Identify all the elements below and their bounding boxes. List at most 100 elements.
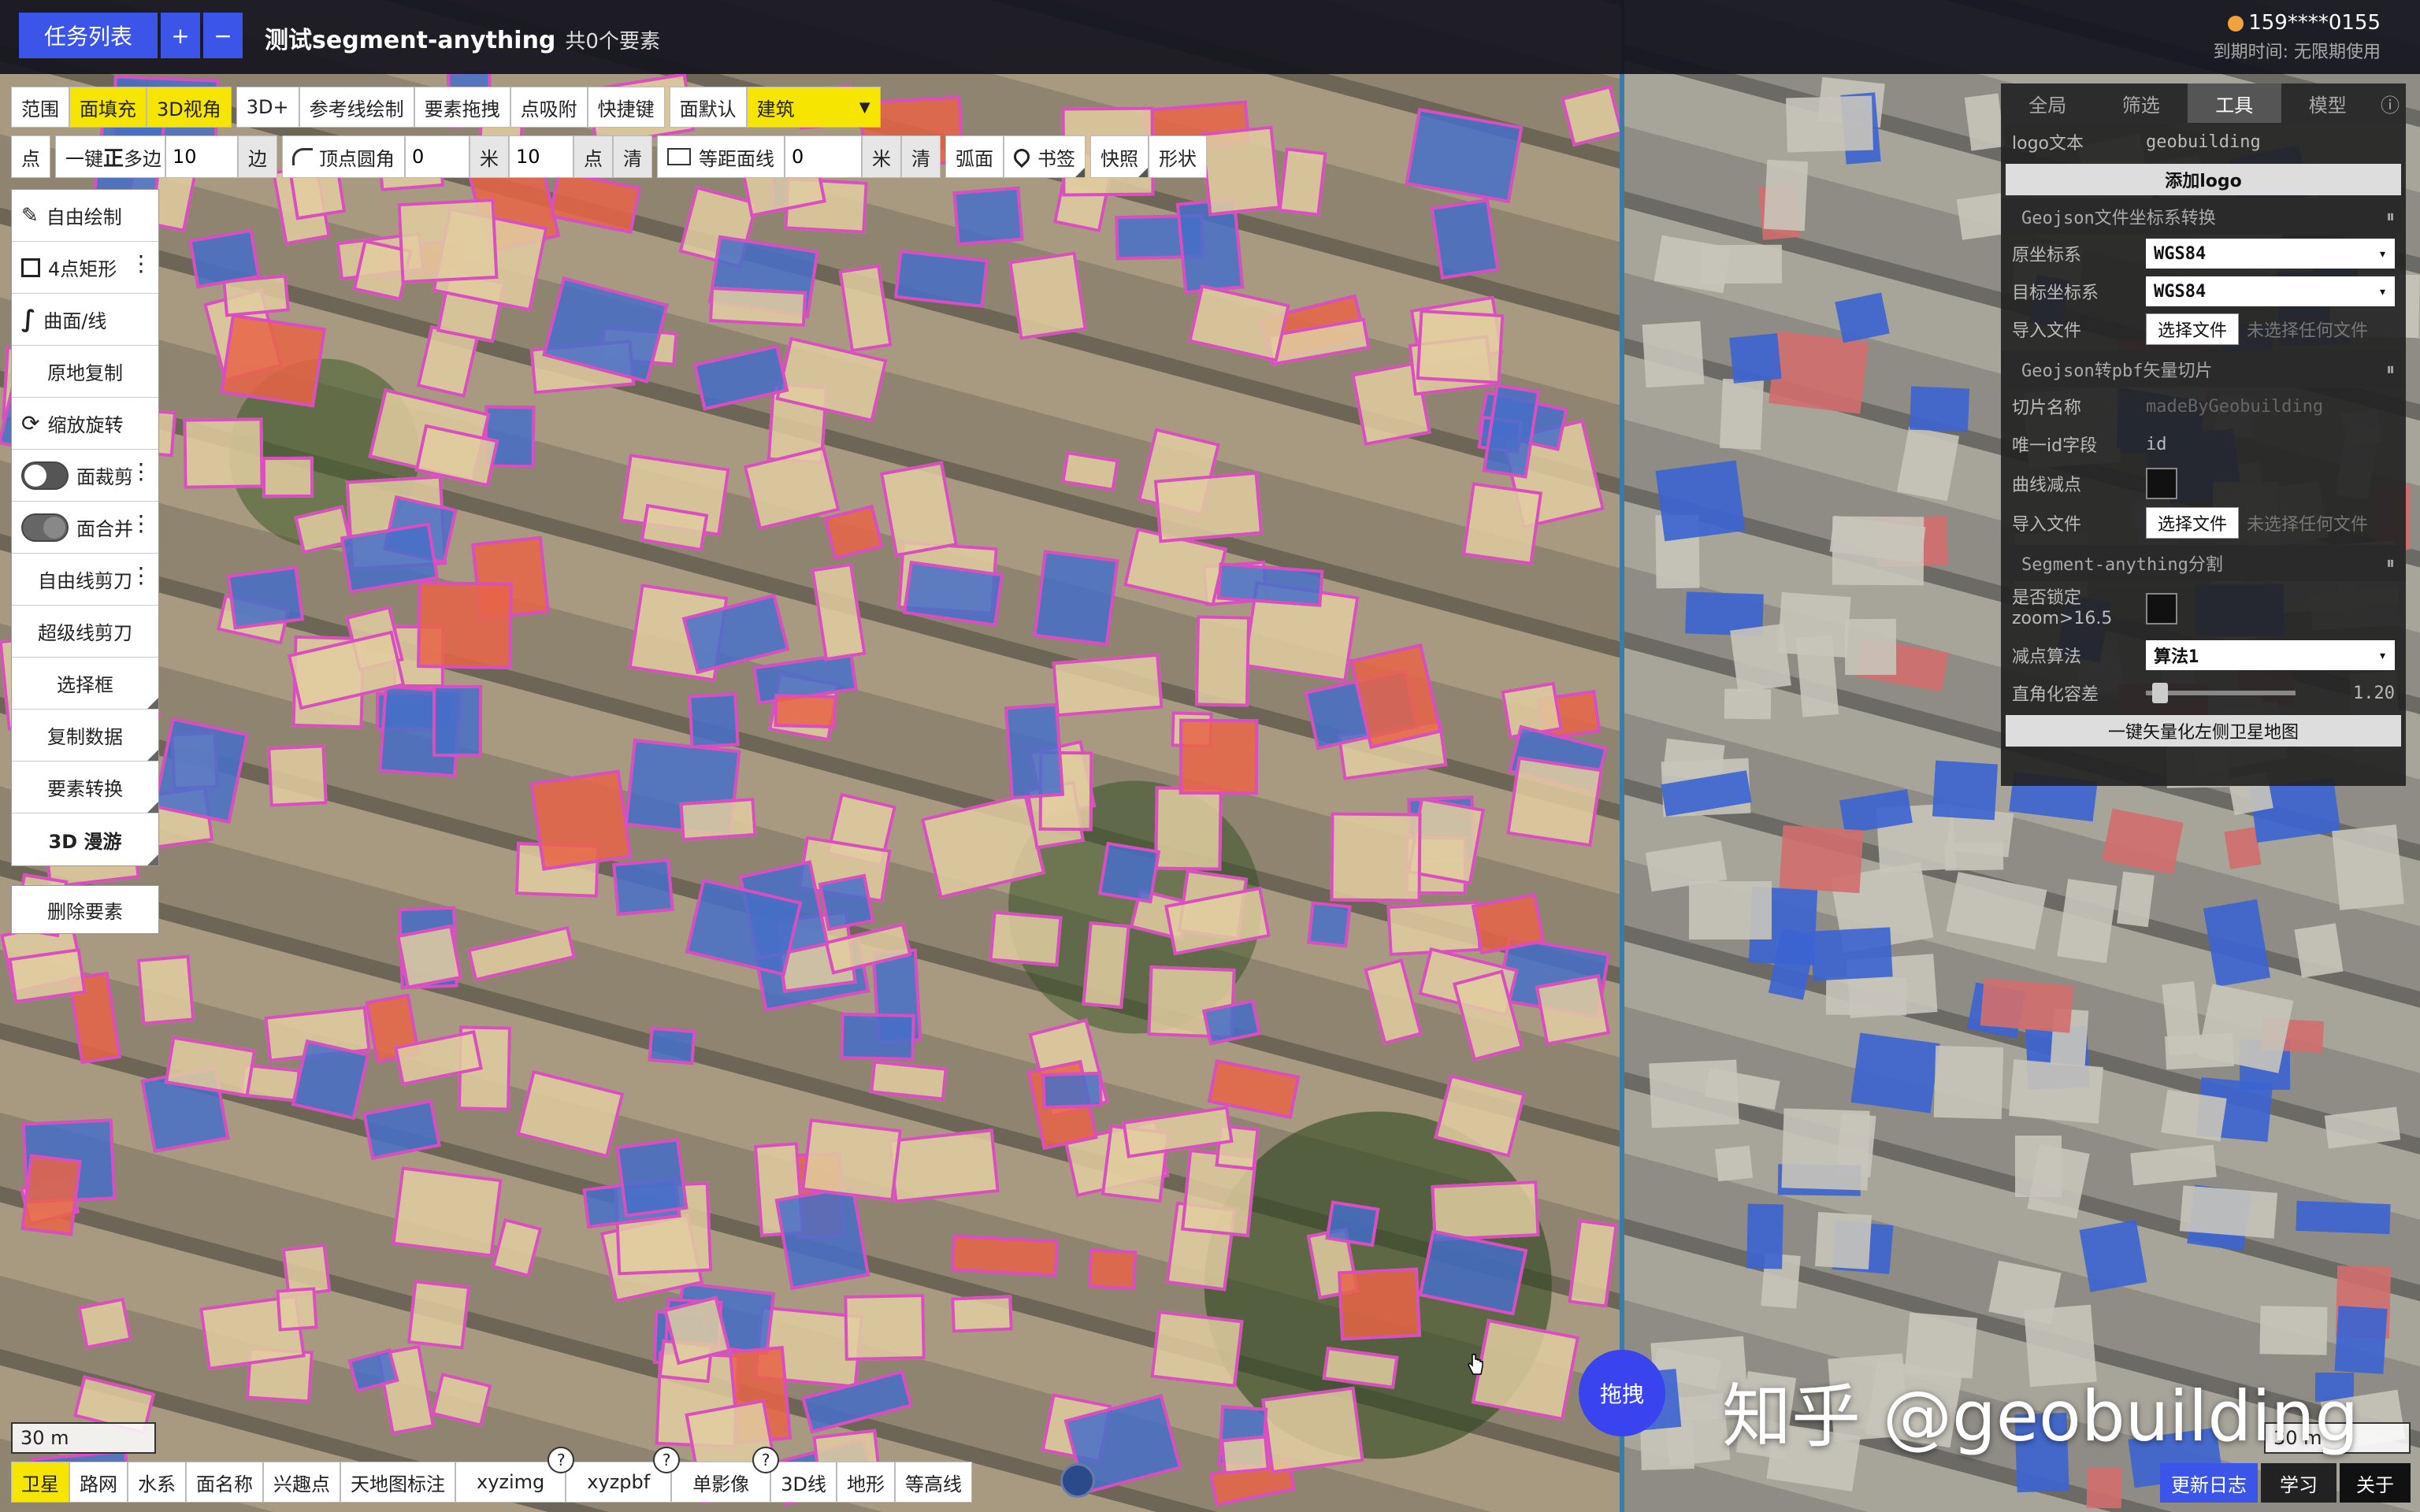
plus-3d-button[interactable]: 3D+ [236,87,299,128]
layer-tianditu[interactable]: 天地图标注 [340,1462,455,1503]
layer-satellite[interactable]: 卫星 [11,1462,69,1503]
building-outline[interactable] [1330,812,1422,902]
building-outline[interactable] [612,858,674,917]
logo-text-input[interactable]: geobuilding [2146,132,2261,152]
layer-water[interactable]: 水系 [128,1462,186,1503]
building-outline[interactable] [491,1217,543,1278]
map-split-divider[interactable] [1620,71,1624,1512]
building-outline[interactable] [1178,718,1259,795]
layer-terrain[interactable]: 地形 [836,1462,895,1503]
building-outline[interactable] [262,456,314,498]
building-outline[interactable] [1194,615,1250,707]
building-outline[interactable] [516,1069,625,1158]
choose-file-button[interactable]: 选择文件 [2146,313,2240,345]
ref-line-button[interactable]: 参考线绘制 [299,87,414,128]
curve-reduce-checkbox[interactable] [2146,468,2177,499]
building-outline[interactable] [406,1280,471,1350]
building-outline[interactable] [818,873,875,932]
drag-feature-button[interactable]: 要素拖拽 [414,87,510,128]
free-cut-button[interactable]: 自由线剪刀 ⋮ [12,554,158,606]
building-outline[interactable] [1416,309,1505,384]
scale-rotate-button[interactable]: ⟳ 缩放旋转 [12,398,158,450]
building-outline[interactable] [1061,450,1120,491]
copy-data-button[interactable]: 复制数据 [12,710,158,762]
tab-tools[interactable]: 工具 [2188,83,2281,123]
shortcut-button[interactable]: 快捷键 [587,87,665,128]
building-outline[interactable] [1041,1071,1104,1110]
free-draw-button[interactable]: ✎ 自由绘制 [12,190,158,242]
building-outline[interactable] [688,692,740,749]
building-outline[interactable] [1278,147,1327,217]
building-outline[interactable] [20,1154,82,1236]
copy-in-place-button[interactable]: 原地复制 [12,346,158,398]
building-outline[interactable] [1364,958,1423,1045]
layer-roads[interactable]: 路网 [69,1462,128,1503]
round-meter-input[interactable] [406,136,470,177]
building-outline[interactable] [823,504,885,561]
view-3d-button[interactable]: 3D视角 [147,87,232,128]
building-outline[interactable] [1261,1386,1364,1474]
building-outline[interactable] [432,684,483,757]
building-outline[interactable] [547,169,641,235]
building-outline[interactable] [1461,482,1543,566]
src-crs-select[interactable]: WGS84 ▾ [2146,239,2395,269]
building-outline[interactable] [1405,108,1524,203]
task-list-button[interactable]: 任务列表 [19,13,158,58]
point-button[interactable]: 点 [11,135,50,178]
building-outline[interactable] [920,793,1046,899]
building-outline[interactable] [226,565,304,630]
about-button[interactable]: 关于 [2340,1463,2411,1503]
building-outline[interactable] [893,249,989,309]
building-outline[interactable] [467,925,577,981]
building-outline[interactable] [774,693,837,729]
face-clip-toggle[interactable] [21,461,69,490]
tab-model[interactable]: 模型 [2281,83,2374,123]
building-outline[interactable] [1561,84,1621,146]
building-outline[interactable] [952,186,1024,246]
building-outline[interactable] [888,1128,1000,1203]
polygon-sides-input[interactable] [166,136,238,177]
uid-input[interactable]: id [2146,435,2167,454]
equidistant-button[interactable]: 等距面线 [657,135,785,178]
learn-button[interactable]: 学习 [2261,1463,2336,1503]
snapshot-button[interactable]: 快照 [1090,135,1149,178]
regular-polygon-button[interactable]: 一键正多边 [55,135,166,178]
changelog-button[interactable]: 更新日志 [2160,1463,2258,1503]
delete-feature-button[interactable]: 删除要素 [11,885,159,934]
face-merge-button[interactable]: 面合并 ⋮ [12,502,158,554]
collapse-icon[interactable]: ⏸ [2386,207,2395,227]
help-icon[interactable]: ? [752,1447,780,1473]
building-outline[interactable] [648,1026,696,1065]
building-outline[interactable] [838,264,893,353]
category-select[interactable]: 建筑 ▼ [746,87,881,128]
select-box-button[interactable]: 选择框 [12,658,158,710]
building-outline[interactable] [220,313,327,408]
equidistant-clear-button[interactable]: 清 [901,135,941,178]
face-fill-button[interactable]: 面填充 [69,87,147,128]
building-outline[interactable] [1087,1248,1137,1291]
building-outline[interactable] [870,1060,948,1102]
building-outline[interactable] [1434,1074,1526,1158]
building-outline[interactable] [1188,284,1290,362]
collapse-icon[interactable]: ⏸ [2386,360,2395,380]
building-outline[interactable] [1004,702,1065,800]
snap-button[interactable]: 点吸附 [510,87,588,128]
building-outline[interactable] [136,954,195,1025]
layer-face-name[interactable]: 面名称 [186,1462,263,1503]
building-outline[interactable] [77,1297,132,1349]
section-sam[interactable]: Segment-anything分割 ⏸ [2001,545,2406,581]
building-outline[interactable] [153,717,250,825]
building-outline[interactable] [1150,1310,1244,1388]
convert-feature-button[interactable]: 要素转换 [12,762,158,813]
user-info[interactable]: 159****0155 到期时间: 无限期使用 [2214,11,2381,63]
building-outline[interactable] [1307,901,1352,948]
more-options-icon[interactable]: ⋮ [130,461,152,483]
building-outline[interactable] [1200,125,1281,217]
building-outline[interactable] [679,797,757,842]
building-outline[interactable] [1506,756,1603,847]
building-outline[interactable] [1418,1229,1528,1316]
slider-knob[interactable] [2152,683,2168,703]
collapse-icon[interactable]: ⏸ [2386,554,2395,573]
building-outline[interactable] [188,228,261,289]
building-outline[interactable] [396,924,463,989]
